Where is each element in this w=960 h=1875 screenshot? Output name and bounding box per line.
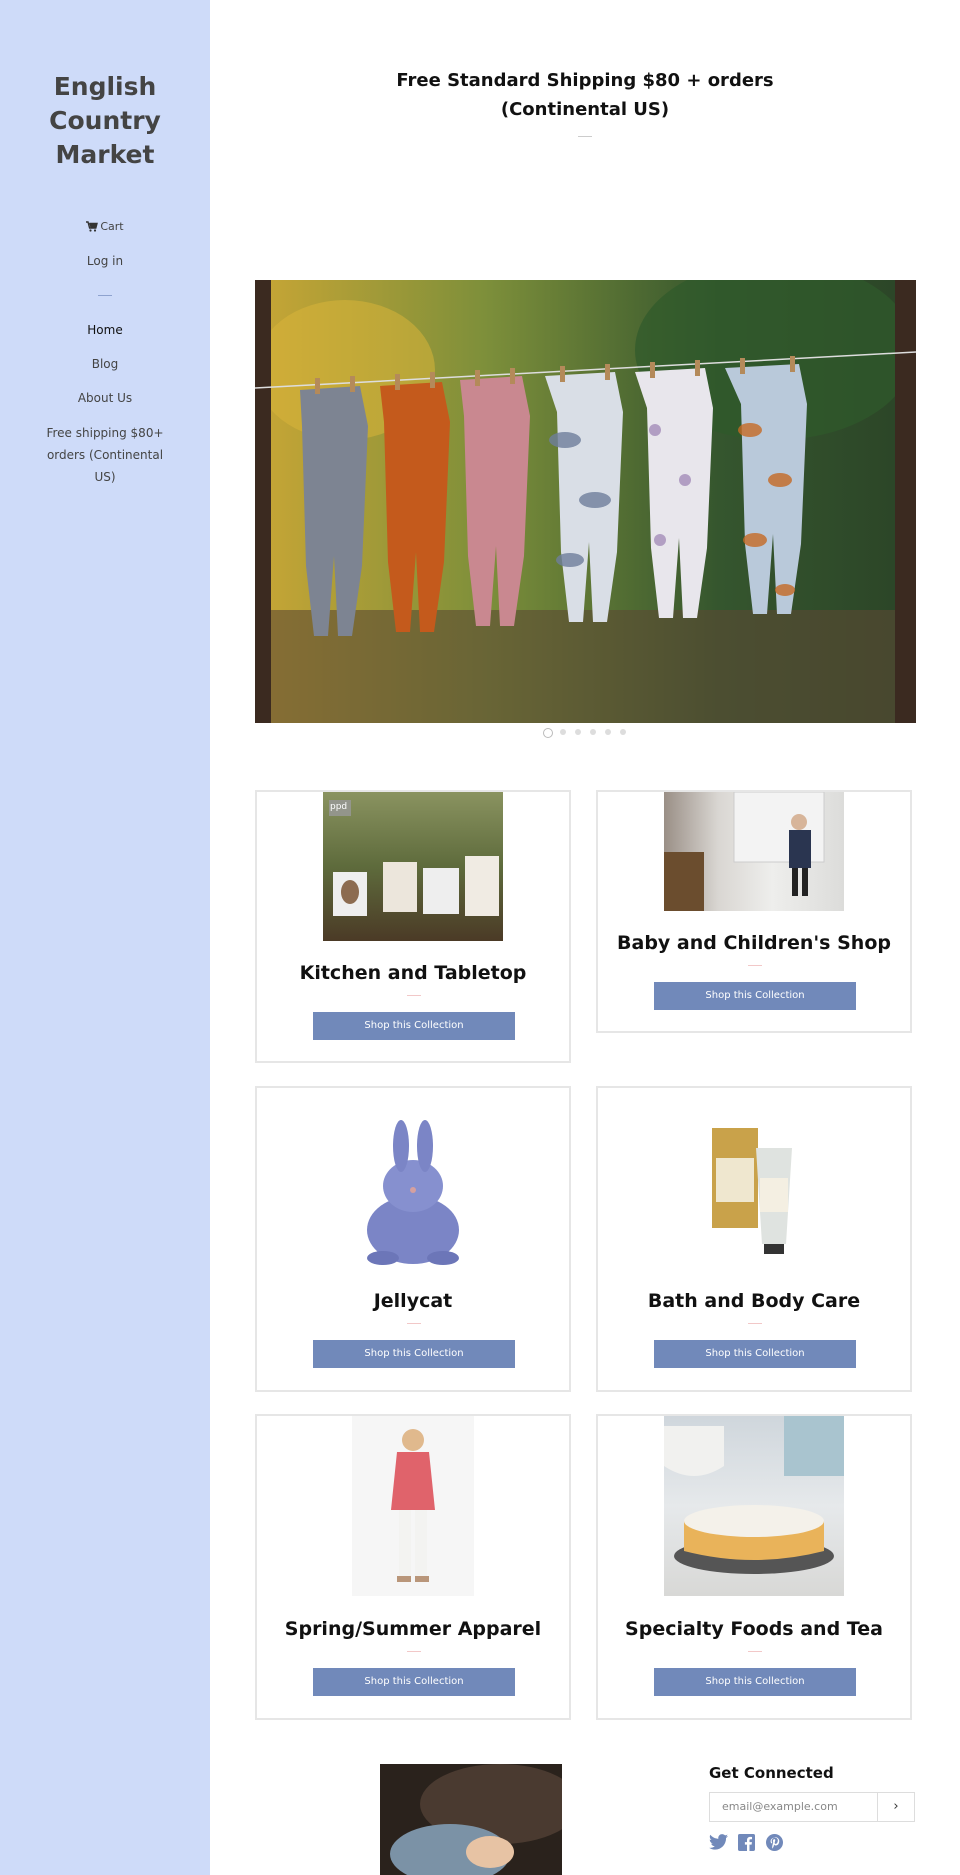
collection-card-apparel: Spring/Summer Apparel Shop this Collecti… bbox=[255, 1414, 571, 1720]
twitter-icon[interactable] bbox=[709, 1834, 728, 1850]
apparel-collection-image[interactable] bbox=[352, 1416, 474, 1596]
body-butter-illustration bbox=[712, 1128, 792, 1254]
get-connected-heading: Get Connected bbox=[709, 1764, 834, 1782]
slide-dot-2[interactable] bbox=[560, 729, 566, 735]
collection-divider bbox=[407, 995, 421, 996]
collection-title[interactable]: Jellycat bbox=[257, 1290, 569, 1312]
shipping-headline: Free Standard Shipping $80 + orders (Con… bbox=[396, 70, 774, 120]
newsletter-form: email@example.com › bbox=[709, 1792, 915, 1822]
shop-collection-button[interactable]: Shop this Collection bbox=[313, 1668, 515, 1696]
foods-collection-image[interactable] bbox=[664, 1416, 844, 1596]
pinterest-icon[interactable] bbox=[766, 1834, 783, 1851]
slide-dot-5[interactable] bbox=[605, 729, 611, 735]
shop-collection-button[interactable]: Shop this Collection bbox=[654, 1668, 856, 1696]
sleeping-baby-illustration bbox=[380, 1764, 562, 1875]
collection-divider bbox=[407, 1651, 421, 1652]
cart-icon bbox=[86, 221, 99, 232]
collection-title[interactable]: Specialty Foods and Tea bbox=[598, 1618, 910, 1640]
kitchen-collection-image[interactable]: ppd bbox=[323, 792, 503, 941]
slide-dot-3[interactable] bbox=[575, 729, 581, 735]
kitchen-badge: ppd bbox=[330, 802, 348, 812]
baby-collection-image[interactable] bbox=[664, 791, 844, 911]
woman-in-pink-top-illustration bbox=[391, 1429, 435, 1582]
facebook-icon[interactable] bbox=[738, 1834, 755, 1851]
nav-free-shipping[interactable]: Free shipping $80+ orders (Continental U… bbox=[42, 422, 168, 488]
collection-title[interactable]: Bath and Body Care bbox=[598, 1290, 910, 1312]
email-input[interactable]: email@example.com bbox=[722, 1793, 838, 1821]
bath-collection-image[interactable] bbox=[664, 1118, 844, 1268]
collection-title[interactable]: Kitchen and Tabletop bbox=[257, 962, 569, 984]
collection-divider bbox=[748, 1323, 762, 1324]
shop-collection-button[interactable]: Shop this Collection bbox=[654, 982, 856, 1010]
nav-about-us[interactable]: About Us bbox=[0, 391, 210, 405]
collection-card-baby: Baby and Children's Shop Shop this Colle… bbox=[596, 790, 912, 1033]
sponge-cake-illustration bbox=[664, 1416, 844, 1574]
hero-slide-image[interactable] bbox=[255, 280, 916, 723]
child-at-window-illustration bbox=[664, 791, 825, 911]
bunny-plush-illustration bbox=[367, 1120, 459, 1265]
sidebar-divider bbox=[98, 295, 112, 296]
cart-link[interactable]: Cart bbox=[0, 220, 210, 233]
collection-title[interactable]: Spring/Summer Apparel bbox=[257, 1618, 569, 1640]
slide-dot-6[interactable] bbox=[620, 729, 626, 735]
newsletter-submit-button[interactable]: › bbox=[877, 1793, 914, 1821]
headline-divider bbox=[578, 136, 592, 137]
collection-divider bbox=[748, 965, 762, 966]
collection-card-bath: Bath and Body Care Shop this Collection bbox=[596, 1086, 912, 1392]
nav-blog[interactable]: Blog bbox=[0, 357, 210, 371]
cart-label[interactable]: Cart bbox=[100, 220, 123, 233]
shop-collection-button[interactable]: Shop this Collection bbox=[313, 1012, 515, 1040]
collection-card-jellycat: Jellycat Shop this Collection bbox=[255, 1086, 571, 1392]
site-title[interactable]: English Country Market bbox=[0, 70, 210, 172]
slide-dot-1[interactable] bbox=[543, 728, 553, 738]
footer-photo bbox=[380, 1764, 562, 1875]
collection-card-foods: Specialty Foods and Tea Shop this Collec… bbox=[596, 1414, 912, 1720]
collection-card-kitchen: ppd Kitchen and Tabletop Shop this Colle… bbox=[255, 790, 571, 1063]
jellycat-collection-image[interactable] bbox=[323, 1118, 503, 1268]
hero-clothesline-illustration bbox=[255, 280, 916, 723]
sidebar: English Country Market Cart Log in Home … bbox=[0, 0, 210, 1875]
shop-collection-button[interactable]: Shop this Collection bbox=[313, 1340, 515, 1368]
site-title-text[interactable]: English Country Market bbox=[49, 72, 161, 169]
login-link[interactable]: Log in bbox=[0, 254, 210, 268]
shop-collection-button[interactable]: Shop this Collection bbox=[654, 1340, 856, 1368]
slide-dot-4[interactable] bbox=[590, 729, 596, 735]
mugs-illustration bbox=[329, 800, 499, 916]
nav-home[interactable]: Home bbox=[0, 323, 210, 337]
collection-title[interactable]: Baby and Children's Shop bbox=[598, 932, 910, 954]
collection-divider bbox=[748, 1651, 762, 1652]
collection-divider bbox=[407, 1323, 421, 1324]
